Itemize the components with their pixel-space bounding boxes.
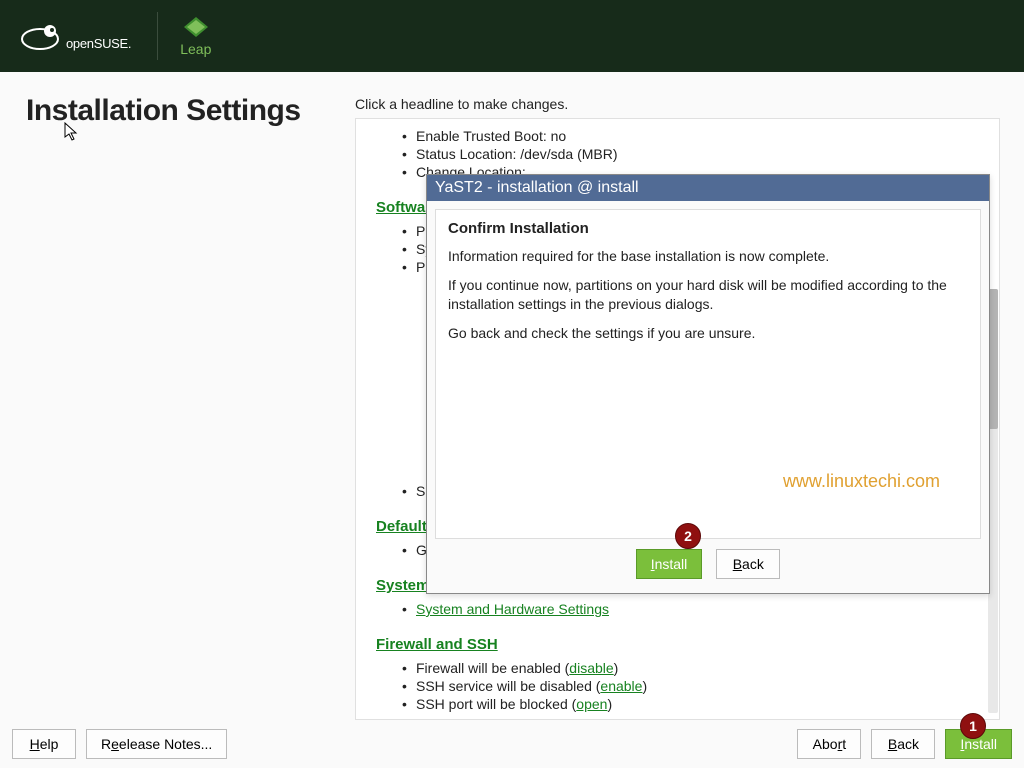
step-badge-1: 1: [960, 713, 986, 739]
dialog-title: YaST2 - installation @ install: [427, 175, 989, 201]
header-divider: [157, 12, 158, 60]
dialog-install-button[interactable]: Install: [636, 549, 703, 579]
boot-item: Status Location: /dev/sda (MBR): [416, 145, 967, 163]
dialog-p3: Go back and check the settings if you ar…: [448, 324, 968, 343]
firewall-items: Firewall will be enabled (disable) SSH s…: [376, 659, 967, 713]
back-button[interactable]: Back: [871, 729, 935, 759]
page-title: Installation Settings: [26, 94, 355, 128]
dialog-back-button[interactable]: Back: [716, 549, 780, 579]
abort-button[interactable]: Abort: [797, 729, 861, 759]
footer: Help Reelease Notes... Abort Back Instal…: [0, 720, 1024, 768]
ssh-service-item: SSH service will be disabled (enable): [416, 677, 967, 695]
leap-diamond-icon: [182, 15, 210, 39]
dialog-heading: Confirm Installation: [448, 220, 968, 237]
app-header: openSUSE. Leap: [0, 0, 1024, 72]
leap-product-text: Leap: [180, 41, 211, 57]
release-notes-button[interactable]: Reelease Notes...: [86, 729, 227, 759]
watermark-text: www.linuxtechi.com: [783, 471, 940, 492]
system-item: System and Hardware Settings: [416, 600, 967, 618]
firewall-heading[interactable]: Firewall and SSH: [376, 636, 498, 653]
dialog-p1: Information required for the base instal…: [448, 247, 968, 266]
ssh-port-item: SSH port will be blocked (open): [416, 695, 967, 713]
opensuse-brand-text: openSUSE.: [66, 36, 131, 51]
firewall-item: Firewall will be enabled (disable): [416, 659, 967, 677]
ssh-open-link[interactable]: open: [576, 696, 607, 712]
step-badge-2: 2: [675, 523, 701, 549]
leap-logo: Leap: [180, 15, 211, 57]
gecko-icon: [20, 21, 62, 51]
system-items: System and Hardware Settings: [376, 600, 967, 618]
opensuse-logo: openSUSE.: [20, 21, 131, 51]
dialog-content: Confirm Installation Information require…: [435, 209, 981, 539]
firewall-disable-link[interactable]: disable: [569, 660, 613, 676]
boot-items: Enable Trusted Boot: no Status Location:…: [376, 127, 967, 181]
boot-item: Enable Trusted Boot: no: [416, 127, 967, 145]
system-heading[interactable]: System: [376, 577, 429, 594]
left-pane: Installation Settings: [0, 72, 355, 720]
summary-hint: Click a headline to make changes.: [355, 96, 1000, 112]
dialog-p2: If you continue now, partitions on your …: [448, 276, 968, 314]
confirm-install-dialog: YaST2 - installation @ install Confirm I…: [426, 174, 990, 594]
system-hardware-link[interactable]: System and Hardware Settings: [416, 601, 609, 617]
ssh-enable-link[interactable]: enable: [600, 678, 642, 694]
help-button[interactable]: Help: [12, 729, 76, 759]
